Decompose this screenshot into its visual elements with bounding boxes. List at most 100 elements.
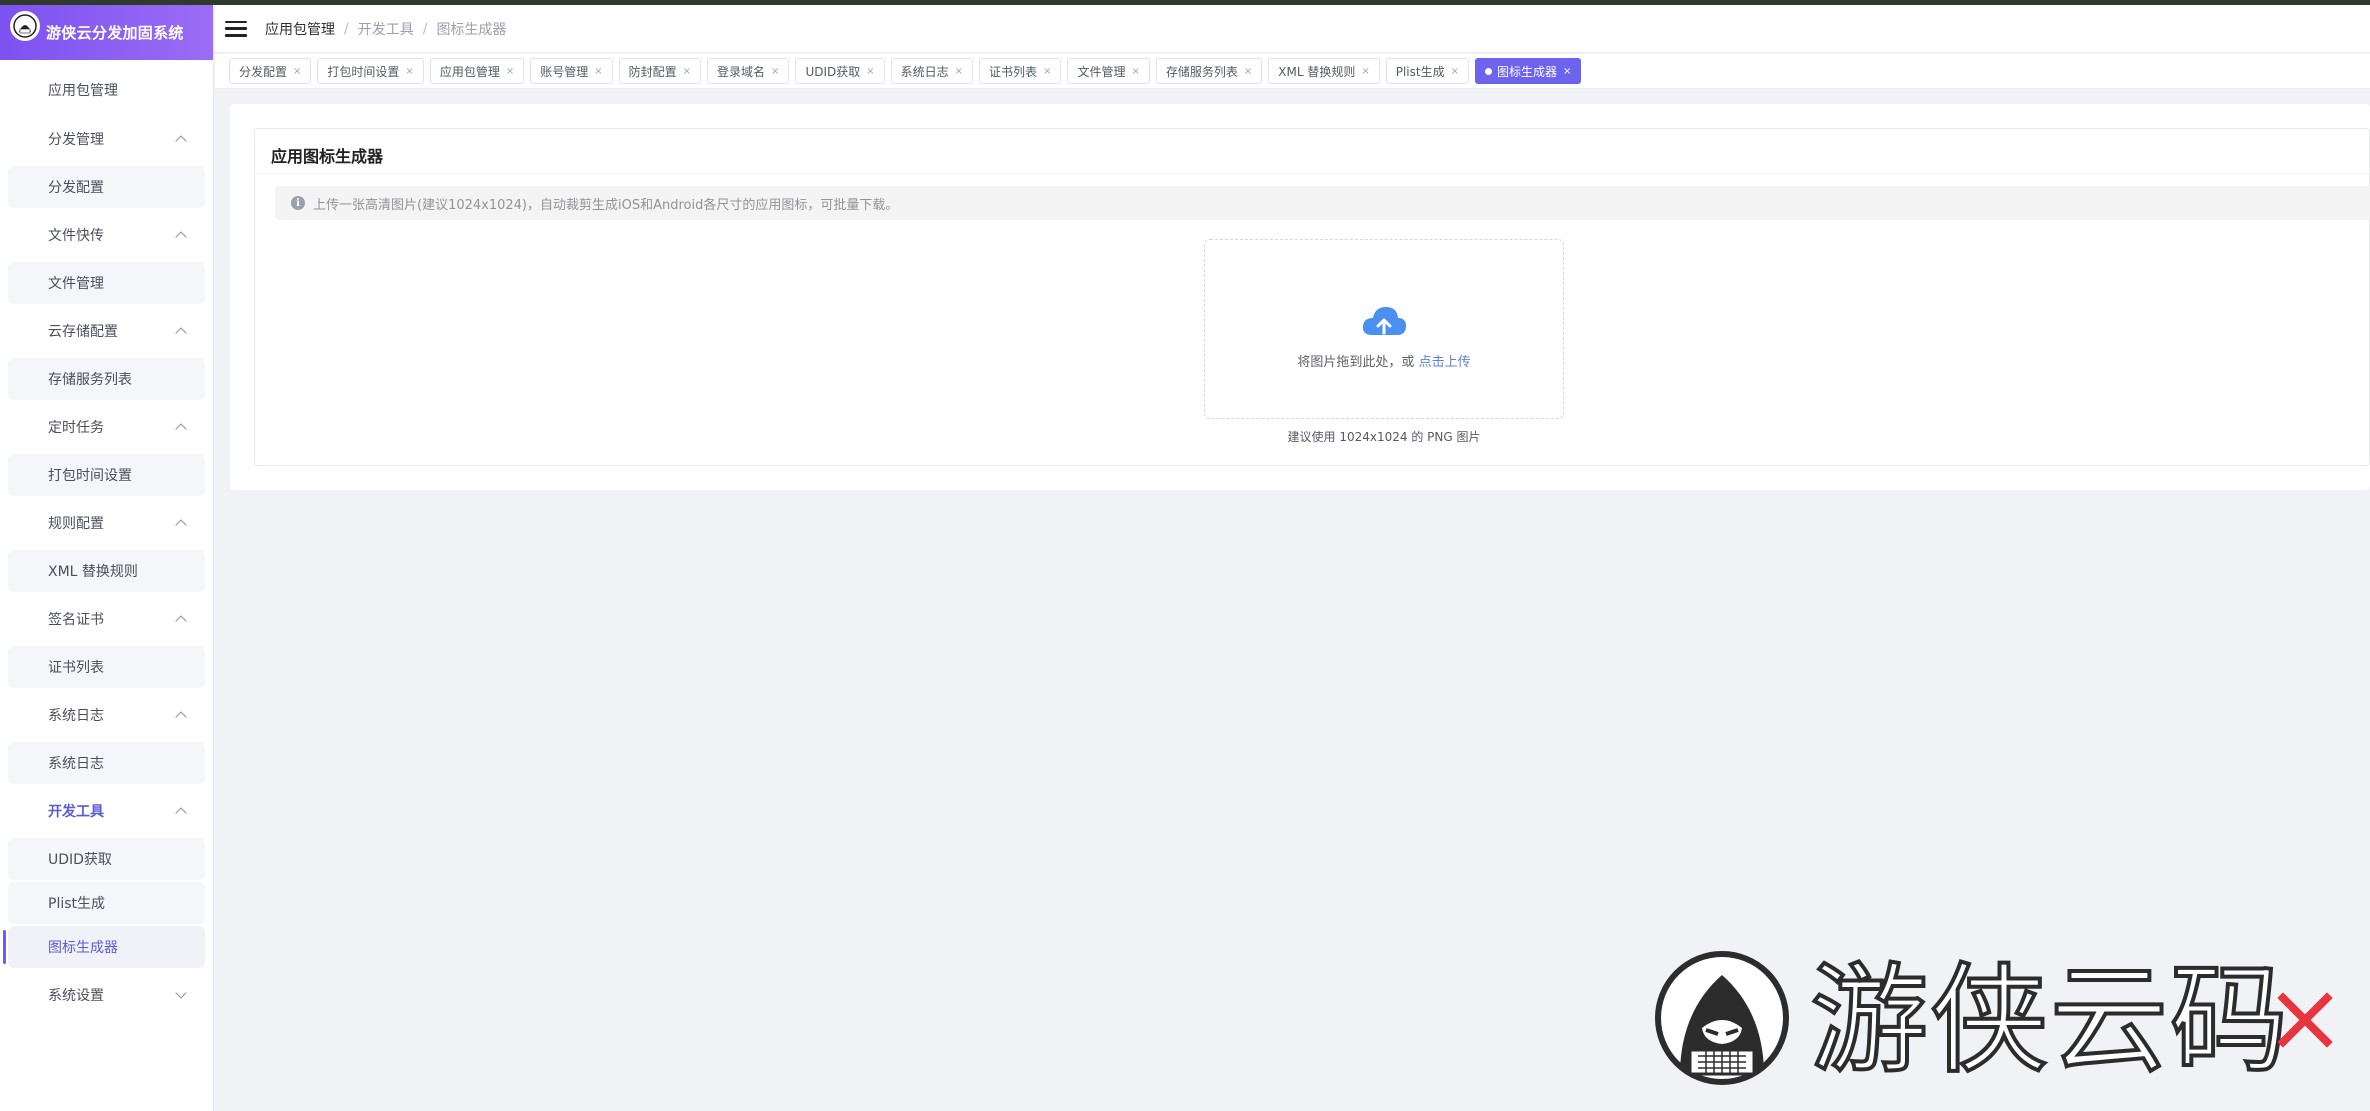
close-icon[interactable]: × <box>594 66 602 77</box>
tab[interactable]: 图标生成器 × <box>1475 58 1582 84</box>
sidebar-menu: 应用包管理分发管理 分发配置文件快传文件管理云存储配置存储服务列表 定时任务打包时间… <box>0 60 213 1020</box>
tab[interactable]: 登录域名 × <box>707 58 790 84</box>
sidebar-group[interactable]: 开发工具 <box>0 786 213 836</box>
close-icon[interactable]: × <box>506 66 514 77</box>
sidebar-subitem[interactable]: 系统日志 <box>8 742 205 784</box>
sidebar-item-label: 系统日志 <box>48 708 104 724</box>
sidebar-item-label: 规则配置 <box>48 516 104 532</box>
close-icon[interactable]: × <box>955 66 963 77</box>
sidebar-subitem[interactable]: 分发配置 <box>8 166 205 208</box>
menu-toggle-icon[interactable] <box>225 20 247 37</box>
upload-hint: 建议使用 1024x1024 的 PNG 图片 <box>1287 430 1481 444</box>
breadcrumb-item: 开发工具 <box>357 21 414 38</box>
chevron-down-icon <box>175 987 187 999</box>
chevron-up-icon <box>175 327 187 339</box>
tab[interactable]: 分发配置 × <box>229 58 312 84</box>
tab-label: 应用包管理 <box>439 64 500 79</box>
close-icon[interactable]: × <box>293 66 301 77</box>
upload-text: 将图片拖到此处，或 点击上传 <box>1297 351 1470 370</box>
sidebar-item[interactable]: 应用包管理 <box>0 70 213 110</box>
card-divider <box>255 173 2369 174</box>
close-icon[interactable]: × <box>1043 66 1051 77</box>
sidebar-subitem[interactable]: 存储服务列表 <box>8 358 205 400</box>
tab[interactable]: 防封配置 × <box>618 58 702 84</box>
breadcrumb-separator: / <box>422 20 428 37</box>
alert-text: 上传一张高清图片(建议1024x1024)，自动裁剪生成iOS和Android各… <box>313 197 899 213</box>
tab[interactable]: Plist生成 × <box>1385 58 1469 84</box>
sidebar-item-label: 定时任务 <box>48 420 104 436</box>
sidebar-subitem[interactable]: XML 替换规则 <box>8 550 205 592</box>
sidebar-group[interactable]: 规则配置 <box>0 498 213 548</box>
upload-dropzone[interactable]: 将图片拖到此处，或 点击上传 <box>1204 239 1564 419</box>
hacker-logo-icon <box>1655 951 1789 1085</box>
close-icon[interactable]: × <box>1361 66 1369 77</box>
sidebar-item-label: Plist生成 <box>48 896 106 912</box>
tab-label: 账号管理 <box>540 64 589 79</box>
close-icon[interactable]: × <box>1244 66 1252 77</box>
sidebar-group[interactable]: 文件快传 <box>0 210 213 260</box>
close-icon[interactable]: × <box>866 66 874 77</box>
close-icon[interactable]: × <box>771 66 779 77</box>
tab[interactable]: 存储服务列表 × <box>1155 58 1263 84</box>
tab-label: UDID获取 <box>805 64 861 79</box>
tab-label: 打包时间设置 <box>327 64 400 79</box>
sidebar-group[interactable]: 云存储配置 <box>0 306 213 356</box>
chevron-up-icon <box>175 711 187 723</box>
watermark-x-mark <box>2277 992 2333 1048</box>
tags-view-bar: 分发配置 × 打包时间设置 × 应用包管理 × 账号管理 × 防封配置 × 登录域名 × UDID获取 ×… <box>215 54 2370 89</box>
sidebar-subitem[interactable]: UDID获取 <box>8 838 205 880</box>
upload-instruction: 将图片拖到此处，或 <box>1297 354 1415 370</box>
active-dot-icon <box>1485 67 1492 75</box>
tab[interactable]: 文件管理 × <box>1067 58 1150 84</box>
tab-label: 存储服务列表 <box>1165 64 1238 79</box>
tab[interactable]: UDID获取 × <box>795 58 885 84</box>
sidebar-subitem[interactable]: 图标生成器 <box>3 926 205 968</box>
sidebar-subitem[interactable]: 证书列表 <box>8 646 205 688</box>
tab[interactable]: 证书列表 × <box>979 58 1062 84</box>
sidebar-item-label: XML 替换规则 <box>48 564 138 580</box>
info-icon: i <box>291 196 305 210</box>
brand-title: 游侠云分发加固系统 <box>46 24 184 42</box>
info-alert: i 上传一张高清图片(建议1024x1024)，自动裁剪生成iOS和Androi… <box>275 186 2370 220</box>
sidebar-group[interactable]: 系统设置 <box>0 970 213 1020</box>
sidebar-item-label: 文件快传 <box>48 228 104 244</box>
sidebar-item-label: 存储服务列表 <box>48 372 132 388</box>
chevron-up-icon <box>175 423 187 435</box>
breadcrumb-item[interactable]: 应用包管理 <box>265 19 335 39</box>
tab-label: 图标生成器 <box>1497 64 1558 79</box>
sidebar-group[interactable]: 签名证书 <box>0 594 213 644</box>
sidebar-item-label: 签名证书 <box>48 612 104 628</box>
chevron-up-icon <box>175 807 187 819</box>
sidebar-subitem[interactable]: 打包时间设置 <box>8 454 205 496</box>
tab[interactable]: XML 替换规则 × <box>1268 58 1380 84</box>
tab-label: 证书列表 <box>989 64 1038 79</box>
cloud-upload-icon <box>1362 306 1406 335</box>
sidebar-item-label: 文件管理 <box>48 276 104 292</box>
close-icon[interactable]: × <box>683 66 691 77</box>
tab-label: 登录域名 <box>717 64 766 79</box>
upload-link[interactable]: 点击上传 <box>1419 355 1471 370</box>
tab[interactable]: 打包时间设置 × <box>317 58 424 84</box>
brand-bar[interactable]: 游侠云分发加固系统 <box>0 5 213 60</box>
close-icon[interactable]: × <box>405 66 413 77</box>
sidebar-item-label: 开发工具 <box>48 804 104 820</box>
sidebar-group[interactable]: 分发管理 <box>0 114 213 164</box>
chevron-up-icon <box>175 615 187 627</box>
close-icon[interactable]: × <box>1563 66 1571 77</box>
tab[interactable]: 系统日志 × <box>890 58 974 84</box>
tab-label: 系统日志 <box>900 64 949 79</box>
sidebar-item-label: 打包时间设置 <box>48 468 132 484</box>
sidebar-subitem[interactable]: Plist生成 <box>8 882 205 924</box>
watermark-text: 游侠云码 <box>1808 951 2291 1089</box>
sidebar-item-label: 应用包管理 <box>48 83 118 99</box>
tab-label: 防封配置 <box>628 64 677 79</box>
sidebar-group[interactable]: 系统日志 <box>0 690 213 740</box>
sidebar-group[interactable]: 定时任务 <box>0 402 213 452</box>
tab[interactable]: 应用包管理 × <box>429 58 525 84</box>
close-icon[interactable]: × <box>1131 66 1139 77</box>
sidebar-subitem[interactable]: 文件管理 <box>8 262 205 304</box>
sidebar-item-label: 证书列表 <box>48 660 104 676</box>
tab[interactable]: 账号管理 × <box>530 58 613 84</box>
watermark: 游侠云码 <box>1650 950 2360 1090</box>
close-icon[interactable]: × <box>1451 66 1459 77</box>
